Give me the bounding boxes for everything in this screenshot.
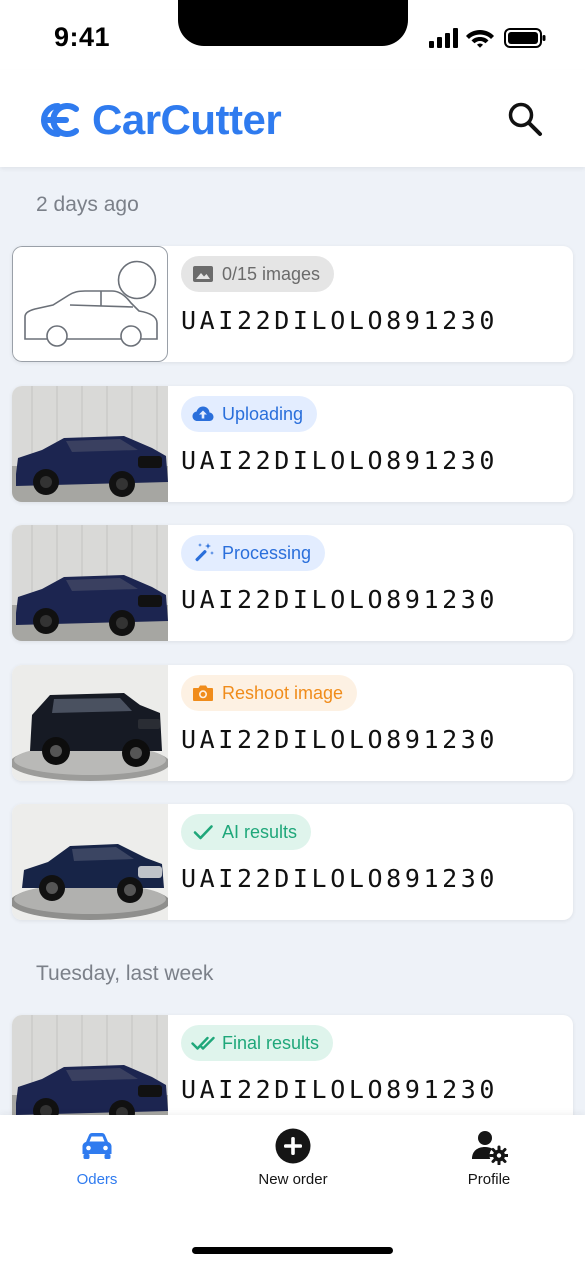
car-outline-icon — [24, 260, 158, 347]
order-card[interactable]: Reshoot image UAI22DILOLO891230 — [12, 665, 573, 781]
status-label: Final results — [222, 1032, 320, 1053]
order-code: UAI22DILOLO891230 — [181, 1075, 499, 1104]
search-icon[interactable] — [506, 100, 544, 138]
carcutter-logo-icon — [41, 103, 79, 137]
car-photo-thumbnail — [12, 804, 168, 920]
user-settings-icon — [472, 1131, 508, 1165]
order-code: UAI22DILOLO891230 — [181, 446, 499, 475]
status-label: Reshoot image — [222, 682, 344, 703]
order-code: UAI22DILOLO891230 — [181, 585, 499, 614]
car-photo — [12, 1015, 168, 1131]
status-badge: Final results — [181, 1025, 334, 1061]
status-time: 9:41 — [54, 22, 111, 52]
car-photo — [12, 386, 168, 502]
app-header: CarCutter — [0, 70, 585, 167]
tab-orders[interactable]: Oders — [37, 1127, 157, 1188]
tab-new-order[interactable]: New order — [233, 1127, 353, 1188]
magic-wand-icon — [195, 543, 214, 562]
tab-label: Profile — [467, 1171, 511, 1188]
car-photo-thumbnail — [12, 1015, 168, 1131]
tab-label: Oders — [76, 1171, 118, 1188]
wifi-icon — [466, 30, 494, 48]
car-photo — [12, 525, 168, 641]
car-photo-thumbnail — [12, 386, 168, 502]
check-icon — [193, 825, 213, 840]
plus-circle-icon — [275, 1128, 311, 1164]
order-card[interactable]: AI results UAI22DILOLO891230 — [12, 804, 573, 920]
status-badge: AI results — [181, 814, 312, 850]
status-label: AI results — [222, 821, 298, 842]
bottom-tab-bar: Oders New order Profile — [0, 1115, 585, 1266]
brand-logo: CarCutter — [36, 96, 282, 143]
order-card[interactable]: Uploading UAI22DILOLO891230 — [12, 386, 573, 502]
tab-profile[interactable]: Profile — [429, 1127, 549, 1188]
notch — [178, 0, 408, 46]
car-photo-thumbnail — [12, 525, 168, 641]
order-code: UAI22DILOLO891230 — [181, 725, 499, 754]
status-bar: 9:41 — [0, 0, 585, 70]
home-indicator — [192, 1247, 393, 1254]
status-badge: Reshoot image — [181, 675, 358, 711]
section-label: 2 days ago — [36, 193, 139, 216]
order-card[interactable]: Processing UAI22DILOLO891230 — [12, 525, 573, 641]
cloud-upload-icon — [192, 406, 214, 421]
car-placeholder-thumbnail — [12, 246, 168, 362]
battery-icon — [504, 28, 546, 48]
order-card[interactable]: 0/15 images UAI22DILOLO891230 — [12, 246, 573, 362]
status-badge: Uploading — [181, 396, 318, 432]
brand-name: CarCutter — [92, 96, 282, 143]
double-check-icon — [191, 1036, 215, 1050]
status-label: Processing — [222, 542, 312, 563]
status-label: Uploading — [222, 403, 304, 424]
order-card[interactable]: Final results UAI22DILOLO891230 — [12, 1015, 573, 1131]
section-label: Tuesday, last week — [36, 962, 214, 985]
car-photo — [12, 665, 168, 781]
signal-icon — [429, 28, 458, 48]
order-code: UAI22DILOLO891230 — [181, 864, 499, 893]
camera-icon — [193, 685, 213, 701]
tab-label: New order — [258, 1171, 328, 1188]
car-icon — [82, 1133, 112, 1159]
status-badge: Processing — [181, 535, 326, 571]
image-icon — [193, 266, 213, 282]
car-photo — [12, 804, 168, 920]
car-photo-thumbnail — [12, 665, 168, 781]
order-code: UAI22DILOLO891230 — [181, 306, 499, 335]
status-badge: 0/15 images — [181, 256, 335, 292]
status-label: 0/15 images — [222, 263, 321, 284]
